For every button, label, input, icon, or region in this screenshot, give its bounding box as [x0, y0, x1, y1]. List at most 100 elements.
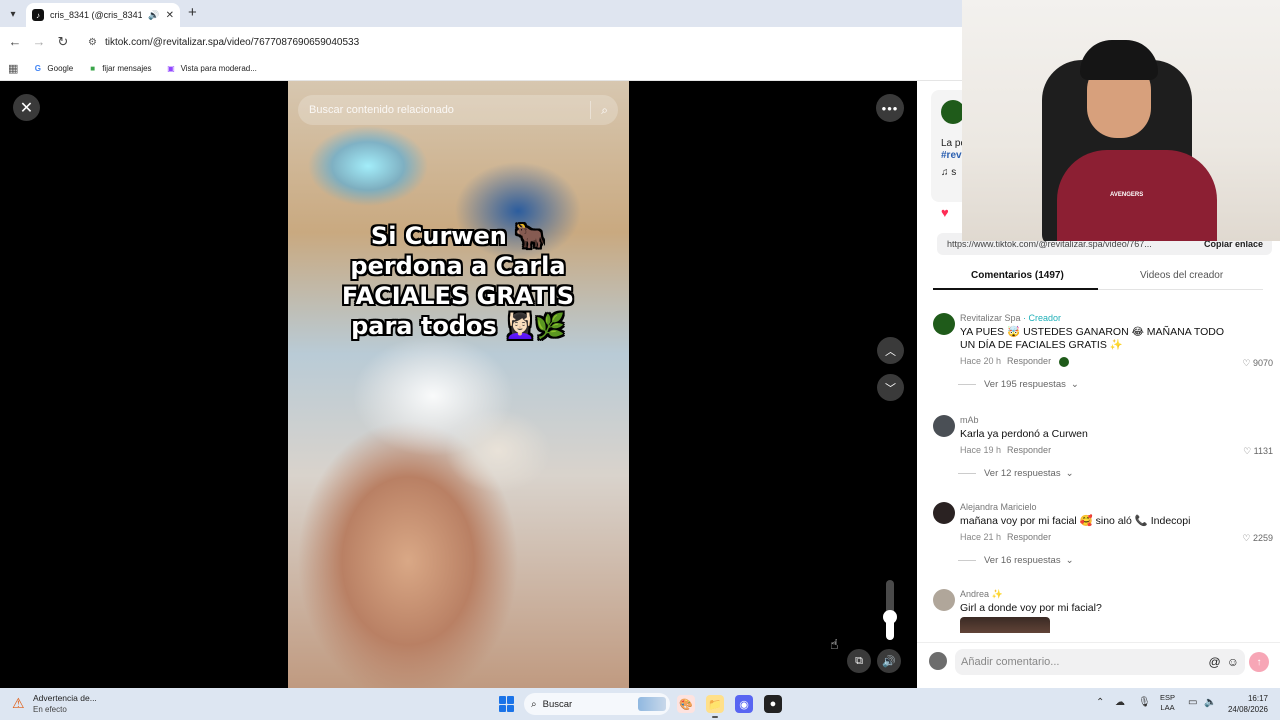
start-button[interactable]: [499, 696, 515, 712]
avatar[interactable]: [933, 502, 955, 524]
view-replies-label: Ver 195 respuestas: [984, 379, 1066, 390]
bookmark-vista-moderador[interactable]: ▣ Vista para moderad...: [166, 63, 257, 74]
network-icon[interactable]: ☁: [1115, 697, 1125, 708]
comment-username[interactable]: Alejandra Maricielo: [960, 502, 1037, 512]
comment-time: Hace 20 h: [960, 356, 1002, 366]
view-replies-button[interactable]: Ver 16 respuestas ⌄: [958, 555, 1074, 566]
speaker-icon[interactable]: 🔈: [1204, 697, 1216, 708]
reload-button[interactable]: ↻: [55, 34, 71, 50]
webcam-overlay: AVENGERS: [962, 0, 1280, 241]
heart-icon[interactable]: ♥: [941, 205, 949, 220]
browser-toolbar: ← → ↻ ⚙ tiktok.com/@revitalizar.spa/vide…: [0, 27, 962, 57]
google-icon: G: [34, 64, 42, 73]
related-search-bar[interactable]: Buscar contenido relacionado ⌕: [298, 95, 618, 125]
obs-icon[interactable]: ●: [764, 695, 782, 713]
close-video-button[interactable]: ✕: [13, 94, 40, 121]
volume-slider[interactable]: [883, 580, 897, 640]
caption-line: FACIALES GRATIS: [341, 282, 575, 310]
next-video-button[interactable]: ﹀: [877, 374, 904, 401]
mention-icon[interactable]: @: [1209, 655, 1221, 669]
close-tab-icon[interactable]: ✕: [166, 10, 174, 21]
discord-icon[interactable]: ◉: [735, 695, 753, 713]
chevron-up-icon[interactable]: ⌃: [1096, 697, 1104, 708]
view-replies-button[interactable]: Ver 195 respuestas ⌄: [958, 379, 1079, 390]
search-divider: [590, 101, 592, 119]
reply-button[interactable]: Responder: [1007, 445, 1051, 455]
hand-cursor-icon: ☝: [830, 636, 839, 652]
taskbar-search[interactable]: ⌕ Buscar: [524, 693, 670, 715]
site-info-icon[interactable]: ⚙: [88, 37, 97, 48]
picture-in-picture-button[interactable]: ⧉: [847, 649, 871, 673]
search-icon[interactable]: ⌕: [601, 103, 608, 118]
bookmarks-bar: ▦ G Google ■ fijar mensajes ▣ Vista para…: [0, 57, 962, 81]
heart-outline-icon: ♡: [1242, 358, 1253, 368]
comment-like[interactable]: ♡ 2259: [1242, 533, 1273, 544]
comment-item: Andrea ✨ Girl a donde voy por mi facial?: [933, 589, 1273, 633]
emoji-icon[interactable]: ☺: [1227, 655, 1239, 669]
bookmark-google[interactable]: G Google: [32, 63, 73, 74]
back-button[interactable]: ←: [7, 34, 23, 49]
active-tab-indicator: [933, 288, 1098, 290]
comment-item: Alejandra Maricielo mañana voy por mi fa…: [933, 502, 1273, 572]
forward-button[interactable]: →: [31, 34, 47, 49]
chevron-down-icon: ⌄: [1065, 555, 1074, 566]
previous-video-button[interactable]: ︿: [877, 337, 904, 364]
related-search-input[interactable]: Buscar contenido relacionado: [309, 104, 590, 116]
comment-meta: Hace 20 h Responder: [960, 356, 1070, 367]
paint-app-icon[interactable]: 🎨: [677, 695, 695, 713]
reply-button[interactable]: Responder: [1007, 356, 1051, 366]
divider: [958, 560, 976, 561]
like-count: 2259: [1252, 533, 1273, 543]
view-replies-label: Ver 16 respuestas: [984, 555, 1061, 566]
new-tab-button[interactable]: +: [188, 4, 197, 21]
comment-text: Karla ya perdonó a Curwen: [960, 428, 1088, 440]
chevron-down-icon: ⌄: [1065, 468, 1074, 479]
comment-list[interactable]: Revitalizar Spa · Creador YA PUES 🤯 USTE…: [917, 303, 1280, 633]
video-frame[interactable]: Buscar contenido relacionado ⌕ Si Curwen…: [288, 81, 629, 688]
username-text: Revitalizar Spa: [960, 313, 1021, 323]
twitch-icon: ▣: [167, 64, 175, 73]
more-options-button[interactable]: •••: [876, 94, 904, 122]
bookmark-fijar-mensajes[interactable]: ■ fijar mensajes: [87, 63, 151, 74]
avatar[interactable]: [933, 415, 955, 437]
comment-username[interactable]: mAb: [960, 415, 979, 425]
file-explorer-icon[interactable]: 📁: [706, 695, 724, 718]
tab-creator-videos[interactable]: Videos del creador: [1140, 270, 1223, 281]
comment-username[interactable]: Revitalizar Spa · Creador: [960, 313, 1061, 323]
monitor-icon[interactable]: ▭: [1188, 697, 1197, 708]
heart-outline-icon: ♡: [1243, 446, 1254, 456]
reply-button[interactable]: Responder: [1007, 532, 1051, 542]
warning-title[interactable]: Advertencia de...: [33, 693, 97, 703]
volume-button[interactable]: 🔊: [877, 649, 901, 673]
comment-input[interactable]: Añadir comentario... @ ☺: [955, 649, 1245, 675]
creator-liked-icon: [1059, 356, 1070, 367]
warning-icon[interactable]: ⚠: [12, 695, 28, 711]
view-replies-button[interactable]: Ver 12 respuestas ⌄: [958, 468, 1074, 479]
video-caption: Si Curwen 🐂 perdona a Carla FACIALES GRA…: [298, 221, 618, 341]
comment-like[interactable]: ♡ 9070: [1242, 358, 1273, 369]
clock[interactable]: 16:17 24/08/2026: [1222, 693, 1268, 715]
avatar[interactable]: [933, 313, 955, 335]
volume-handle[interactable]: [883, 609, 897, 624]
tab-search-button[interactable]: ▾: [4, 5, 22, 23]
microphone-icon[interactable]: 🎙: [1138, 697, 1151, 708]
address-bar[interactable]: ⚙ tiktok.com/@revitalizar.spa/video/7677…: [80, 31, 960, 53]
bookmark-label: Vista para moderad...: [180, 64, 257, 73]
tab-comments[interactable]: Comentarios (1497): [971, 270, 1064, 281]
language-indicator[interactable]: ESP LAA: [1160, 693, 1175, 713]
browser-tab[interactable]: ♪ cris_8341 (@cris_8341) | Tik 🔊 ✕: [26, 3, 180, 27]
taskbar-search-label: Buscar: [542, 698, 573, 710]
comment-image[interactable]: [960, 617, 1050, 633]
comment-like[interactable]: ♡ 1131: [1243, 446, 1273, 457]
clock-time: 16:17: [1247, 694, 1268, 703]
apps-icon[interactable]: ▦: [8, 62, 18, 75]
comment-text: Girl a donde voy por mi facial?: [960, 602, 1102, 614]
music-link[interactable]: ♫ s: [941, 167, 956, 178]
send-comment-button[interactable]: ↑: [1249, 652, 1269, 672]
description-hashtag[interactable]: #rev: [941, 150, 962, 161]
divider: [958, 473, 976, 474]
speaker-icon[interactable]: 🔊: [148, 10, 159, 21]
avatar[interactable]: [933, 589, 955, 611]
comment-username[interactable]: Andrea ✨: [960, 589, 1003, 600]
like-count: 9070: [1252, 358, 1273, 368]
